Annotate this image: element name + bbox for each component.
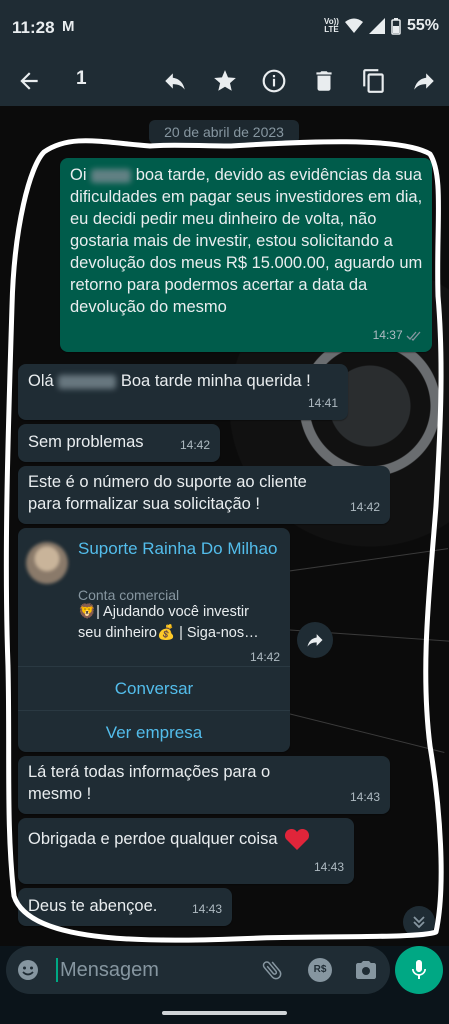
message-text: Lá terá todas informações para o mesmo ! [28,763,271,803]
chat-area[interactable]: 20 de abril de 2023 Oi boa tarde, devido… [0,106,449,946]
selected-count: 1 [76,68,87,89]
conversar-button[interactable]: Conversar [18,666,290,711]
message-text: Olá Boa tarde minha querida ! [28,372,311,390]
incoming-message[interactable]: Lá terá todas informações para o mesmo !… [18,756,390,814]
contact-description: 🦁| Ajudando você investir seu dinheiro💰 … [78,604,259,641]
signal-icon [368,18,385,34]
message-text: Sem problemas [28,433,144,451]
message-time: 14:42 [179,438,210,452]
contact-name[interactable]: Suporte Rainha Do Milhao [78,538,278,560]
ver-empresa-button[interactable]: Ver empresa [18,710,290,755]
composer-bar: Mensagem R$ [0,946,449,1024]
lion-emoji: 🦁 [78,604,97,620]
incoming-message[interactable]: Deus te abençoe. 14:43 [18,888,232,926]
double-check-icon [406,331,421,341]
scroll-to-bottom-button[interactable] [403,906,435,938]
incoming-message[interactable]: Olá Boa tarde minha querida ! 14:41 [18,364,348,420]
status-time: 11:28 [12,18,55,37]
wifi-icon [344,18,363,33]
message-text: Este é o número do suporte ao cliente pa… [28,473,307,513]
battery-percent: 55% [406,17,439,34]
chevron-double-down-icon [413,916,425,929]
star-icon[interactable] [212,68,238,94]
redacted-name [58,374,117,389]
redacted-name [91,168,132,183]
selection-toolbar: 1 [0,56,449,106]
reply-icon[interactable] [162,68,188,94]
microphone-icon [412,960,426,979]
status-bar: 11:28 M Vo)) LTE 55% [0,0,449,56]
message-text: Deus te abençoe. [28,897,158,915]
forward-message-button[interactable] [297,622,333,658]
date-divider: 20 de abril de 2023 [149,120,299,144]
battery-icon [391,17,401,35]
gesture-nav-bar[interactable] [162,1011,287,1015]
message-meta: 14:37 [373,324,422,346]
delete-icon[interactable] [311,68,337,94]
message-time: 14:43 [191,902,222,916]
outgoing-message[interactable]: Oi boa tarde, devido as evidências da su… [60,158,432,352]
voice-message-button[interactable] [395,946,443,994]
message-input[interactable]: Mensagem R$ [6,946,390,994]
copy-icon[interactable] [361,68,387,94]
payment-icon[interactable]: R$ [308,958,332,982]
heart-emoji [285,828,310,850]
forward-icon[interactable] [411,68,437,94]
contact-avatar [26,542,68,584]
share-icon [307,634,323,647]
message-placeholder[interactable]: Mensagem [56,958,159,982]
incoming-message[interactable]: Sem problemas 14:42 [18,424,220,462]
info-icon[interactable] [261,68,287,94]
message-time: 14:41 [307,396,338,410]
attach-icon[interactable] [260,958,284,982]
message-time: 14:43 [349,790,380,804]
message-text: Obrigada e perdoe qualquer coisa ❤️ [28,828,310,851]
card-time: 14:42 [249,650,280,664]
back-arrow-icon[interactable] [16,68,42,94]
message-time: 14:43 [313,860,344,874]
gmail-notification-icon: M [62,18,75,35]
contact-card[interactable]: Suporte Rainha Do Milhao Conta comercial… [18,528,290,752]
message-time: 14:42 [349,500,380,514]
volte-indicator: Vo)) LTE [324,17,339,34]
money-bag-emoji: 💰 [157,625,176,641]
emoji-icon[interactable] [16,958,40,982]
message-text: Oi boa tarde, devido as evidências da su… [70,166,423,316]
status-icons: Vo)) LTE 55% [324,17,439,35]
camera-icon[interactable] [354,958,378,982]
incoming-message[interactable]: Este é o número do suporte ao cliente pa… [18,466,390,524]
incoming-message[interactable]: Obrigada e perdoe qualquer coisa ❤️ 14:4… [18,818,354,884]
